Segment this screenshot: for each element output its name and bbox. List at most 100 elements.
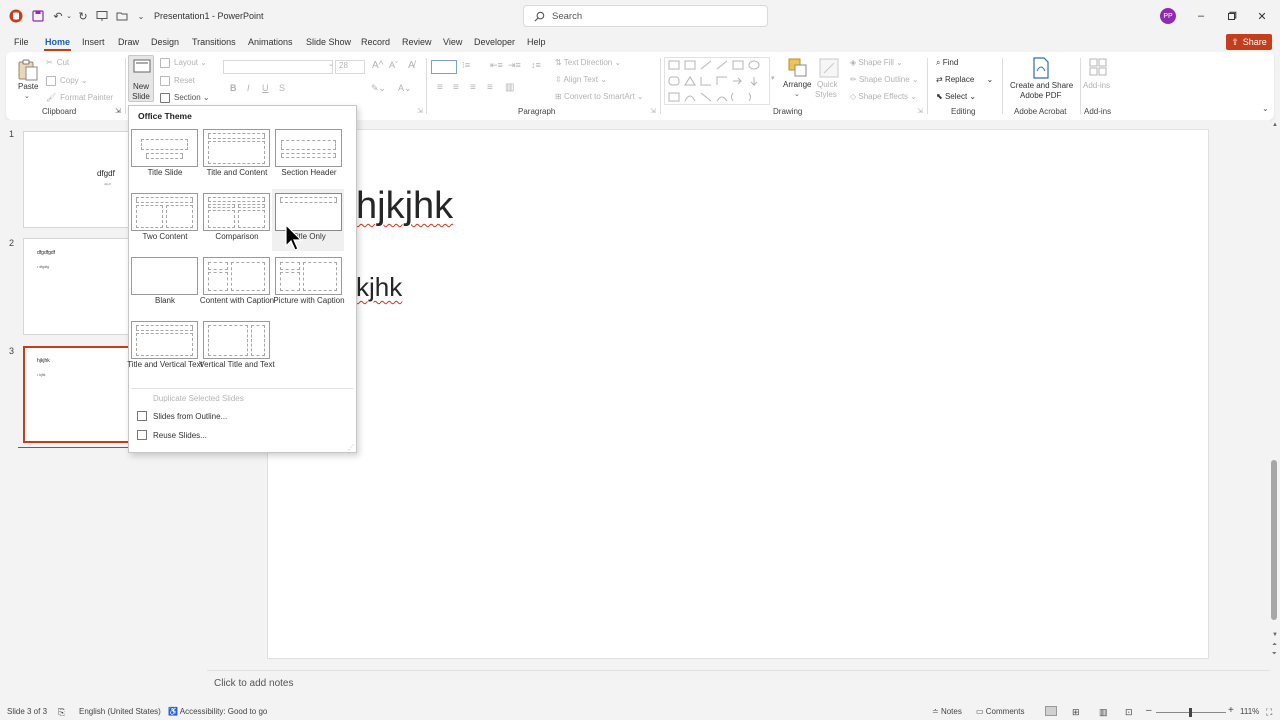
- reset-button[interactable]: Reset: [160, 76, 195, 86]
- tab-home[interactable]: Home: [45, 37, 70, 47]
- close-icon[interactable]: ✕: [1252, 7, 1272, 25]
- new-slide-button[interactable]: New Slide: [128, 55, 154, 102]
- tab-animations[interactable]: Animations: [248, 37, 293, 47]
- accessibility-button[interactable]: ♿ Accessibility: Good to go: [168, 707, 267, 716]
- tab-view[interactable]: View: [443, 37, 462, 47]
- folder-icon[interactable]: [114, 8, 130, 24]
- select-button[interactable]: ⬉ Select ⌄: [936, 92, 976, 101]
- replace-button[interactable]: ⇄ Replace ⌄: [936, 75, 993, 84]
- share-button[interactable]: ⇪ Share: [1226, 34, 1272, 50]
- paste-button[interactable]: Paste: [18, 82, 38, 91]
- scroll-down-icon[interactable]: ▼: [1272, 632, 1278, 638]
- align-right-icon[interactable]: ≡: [470, 82, 476, 93]
- tab-design[interactable]: Design: [151, 37, 179, 47]
- restore-icon[interactable]: [1222, 7, 1242, 25]
- find-button[interactable]: ⌕ Find: [936, 58, 958, 68]
- scrollbar-thumb[interactable]: [1271, 460, 1277, 620]
- language-indicator[interactable]: English (United States): [79, 707, 161, 716]
- align-left-icon[interactable]: ≡: [437, 82, 443, 93]
- zoom-level[interactable]: 111%: [1240, 707, 1259, 716]
- highlight-icon[interactable]: ✎⌄: [371, 83, 386, 94]
- collapse-ribbon-icon[interactable]: ⌄: [1262, 104, 1269, 113]
- decrease-indent-icon[interactable]: ⇤≡: [490, 60, 503, 71]
- slides-from-outline-command[interactable]: Slides from Outline...: [137, 411, 227, 421]
- tab-record[interactable]: Record: [361, 37, 390, 47]
- reuse-slides-command[interactable]: Reuse Slides...: [137, 430, 207, 440]
- paste-icon[interactable]: [16, 58, 40, 82]
- customize-qat-icon[interactable]: ⌄: [133, 8, 149, 24]
- align-text-button[interactable]: ⇳ Align Text ⌄: [555, 75, 607, 84]
- shapes-gallery[interactable]: [664, 57, 770, 105]
- create-pdf-label-2[interactable]: Adobe PDF: [1020, 91, 1061, 100]
- text-direction-button[interactable]: ⇅ Text Direction ⌄: [555, 58, 621, 67]
- notes-pane[interactable]: Click to add notes: [207, 670, 1270, 700]
- clear-formatting-icon[interactable]: A̸: [408, 60, 415, 71]
- present-icon[interactable]: [94, 8, 110, 24]
- save-icon[interactable]: [30, 8, 46, 24]
- font-launcher-icon[interactable]: ⇲: [417, 107, 423, 115]
- italic-icon[interactable]: I: [247, 83, 250, 93]
- convert-smartart-button[interactable]: ⊞ Convert to SmartArt ⌄: [555, 92, 644, 101]
- comments-button[interactable]: ▭ Comments: [976, 707, 1024, 716]
- cut-button[interactable]: ✂ Cut: [46, 58, 69, 67]
- zoom-slider-thumb[interactable]: [1189, 708, 1192, 717]
- arrange-button[interactable]: Arrange: [783, 80, 811, 89]
- underline-icon[interactable]: U: [262, 83, 269, 93]
- resize-grip-icon[interactable]: ⋰: [348, 444, 354, 451]
- font-size-dropdown[interactable]: 28: [335, 60, 365, 74]
- slide-title-text[interactable]: hjkjhk: [356, 185, 453, 228]
- decrease-font-icon[interactable]: Aˇ: [389, 60, 398, 70]
- fit-to-window-icon[interactable]: ⛶: [1266, 707, 1272, 718]
- increase-indent-icon[interactable]: ⇥≡: [508, 60, 521, 71]
- slide-sorter-icon[interactable]: ⊞: [1072, 707, 1080, 718]
- copy-button[interactable]: Copy ⌄: [46, 76, 88, 86]
- create-pdf-label-1[interactable]: Create and Share: [1010, 81, 1073, 90]
- drawing-launcher-icon[interactable]: ⇲: [917, 107, 923, 115]
- redo-icon[interactable]: ↻: [75, 8, 91, 24]
- zoom-in-icon[interactable]: +: [1228, 705, 1234, 716]
- addins-button[interactable]: Add-ins: [1083, 81, 1110, 90]
- slide-body-text[interactable]: kjhk: [356, 272, 402, 303]
- strikethrough-icon[interactable]: S: [279, 83, 285, 93]
- paste-dropdown-icon[interactable]: ⌄: [24, 92, 30, 100]
- shape-fill-button[interactable]: ◈ Shape Fill ⌄: [850, 58, 903, 67]
- previous-slide-icon[interactable]: ⏶: [1272, 642, 1277, 649]
- spellcheck-icon[interactable]: ⎘: [58, 707, 65, 718]
- shape-effects-button[interactable]: ◇ Shape Effects ⌄: [850, 92, 917, 101]
- bullets-dropdown[interactable]: [431, 60, 457, 74]
- columns-icon[interactable]: ▥: [505, 82, 514, 93]
- section-button[interactable]: Section ⌄: [160, 93, 210, 103]
- slide-thumbnail-3[interactable]: hjkjhk • kjhk: [23, 346, 133, 443]
- numbering-icon[interactable]: ⁝≡: [462, 60, 470, 71]
- tab-help[interactable]: Help: [527, 37, 546, 47]
- reading-view-icon[interactable]: ▥: [1099, 707, 1108, 718]
- adobe-pdf-icon[interactable]: [1032, 57, 1050, 79]
- bold-icon[interactable]: B: [230, 83, 237, 93]
- format-painter-button[interactable]: 🖌 Format Painter: [46, 93, 113, 102]
- shape-outline-button[interactable]: ✏ Shape Outline ⌄: [850, 75, 919, 84]
- duplicate-slides-command[interactable]: Duplicate Selected Slides: [137, 393, 244, 403]
- paragraph-launcher-icon[interactable]: ⇲: [650, 107, 656, 115]
- addins-icon[interactable]: [1088, 57, 1108, 77]
- scroll-up-icon[interactable]: ▲: [1272, 122, 1278, 128]
- line-spacing-icon[interactable]: ↕≡: [531, 60, 541, 70]
- shapes-more-icon[interactable]: ▾: [771, 74, 775, 82]
- arrange-icon[interactable]: [787, 57, 809, 79]
- align-center-icon[interactable]: ≡: [453, 82, 459, 93]
- next-slide-icon[interactable]: ⏷: [1272, 651, 1277, 658]
- search-input[interactable]: Search: [523, 5, 768, 27]
- tab-developer[interactable]: Developer: [474, 37, 515, 47]
- avatar[interactable]: PP: [1160, 8, 1176, 24]
- tab-insert[interactable]: Insert: [82, 37, 105, 47]
- normal-view-icon[interactable]: [1045, 706, 1057, 716]
- tab-slide-show[interactable]: Slide Show: [306, 37, 351, 47]
- notes-button[interactable]: ≐ Notes: [932, 707, 962, 716]
- tab-transitions[interactable]: Transitions: [192, 37, 236, 47]
- tab-file[interactable]: File: [14, 37, 29, 47]
- font-name-dropdown[interactable]: [223, 60, 333, 74]
- slide-thumbnail-2[interactable]: dfgdfgdf • dfgdfg: [23, 238, 133, 335]
- increase-font-icon[interactable]: A^: [372, 60, 383, 71]
- font-color-icon[interactable]: A⌄: [398, 83, 412, 94]
- zoom-out-icon[interactable]: –: [1146, 705, 1152, 716]
- tab-draw[interactable]: Draw: [118, 37, 139, 47]
